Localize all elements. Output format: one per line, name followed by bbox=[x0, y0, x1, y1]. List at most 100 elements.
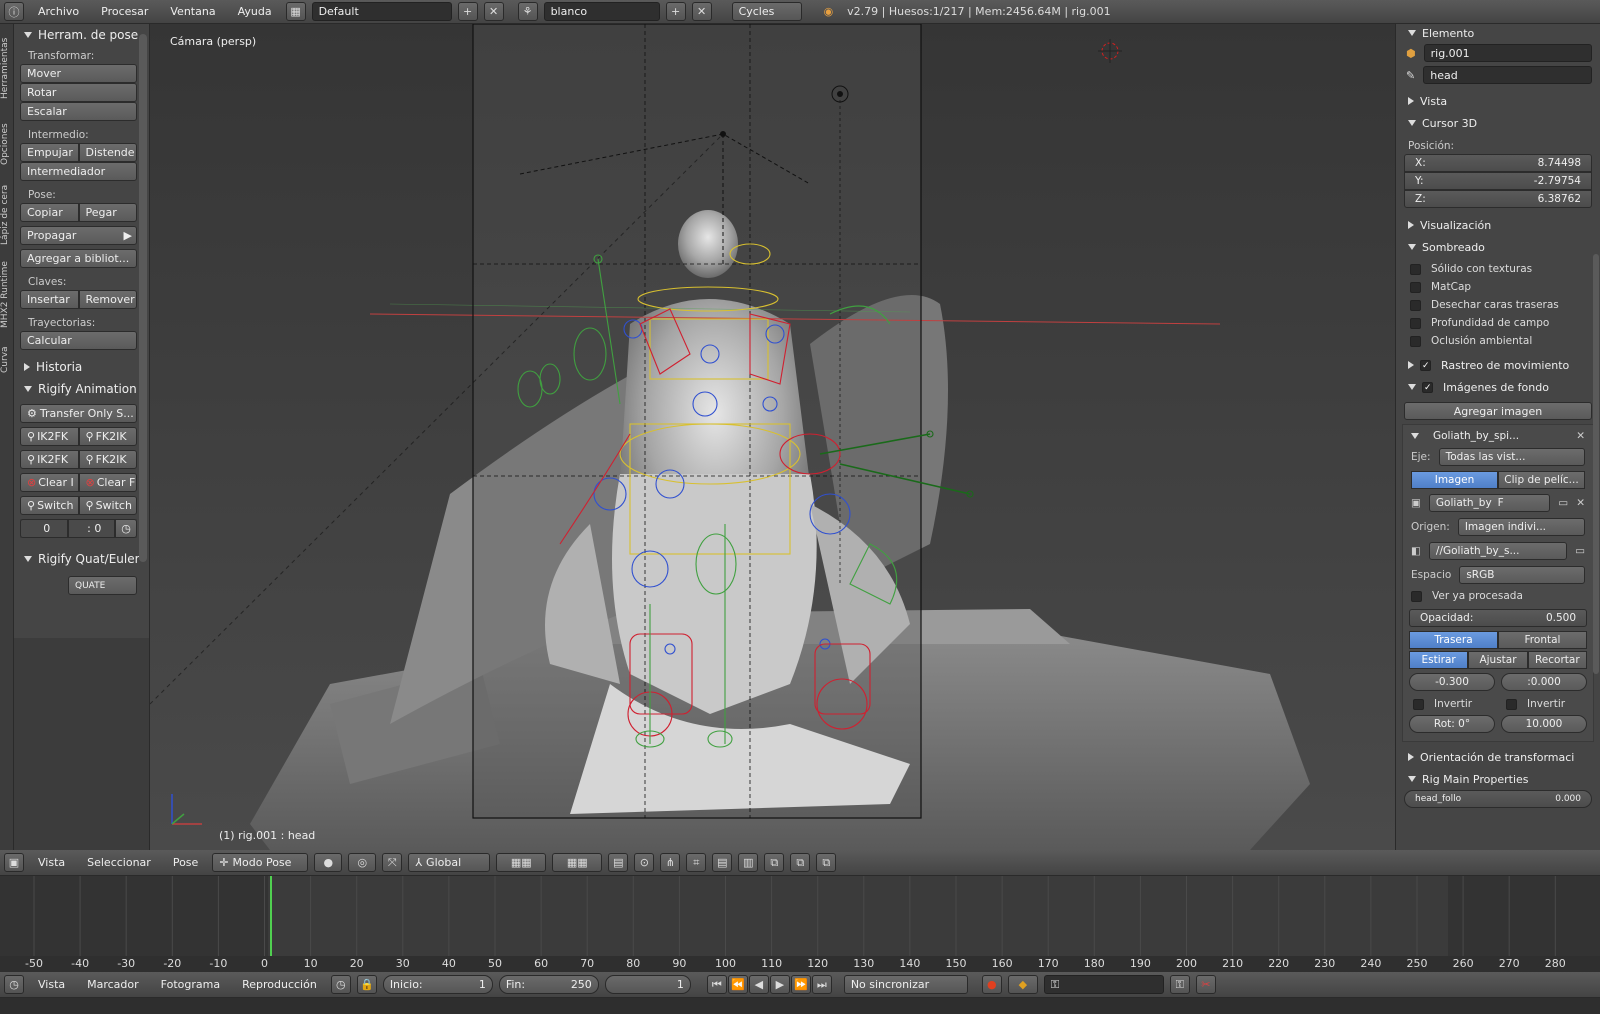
scene-field[interactable]: blanco bbox=[543, 2, 660, 21]
insert-key-button[interactable]: Insertar bbox=[20, 290, 79, 309]
rigify-animation-panel[interactable]: Rigify Animation bbox=[14, 378, 149, 400]
open-folder-icon[interactable]: ▭ bbox=[1558, 497, 1568, 509]
ik2fk-button-2[interactable]: ⚲ IK2FK bbox=[20, 450, 79, 469]
display-panel[interactable]: Visualización bbox=[1396, 214, 1600, 236]
motion-tracking-panel[interactable]: Rastreo de movimiento bbox=[1396, 354, 1600, 376]
menu-tl-view[interactable]: Vista bbox=[30, 976, 73, 993]
camera-render-icon[interactable]: ▥ bbox=[738, 853, 759, 872]
tab-mhx2[interactable]: MHX2 Runtime bbox=[0, 258, 14, 332]
textured-solid-checkbox[interactable]: Sólido con texturas bbox=[1396, 260, 1600, 278]
rotation-field[interactable]: Rot: 0° bbox=[1409, 715, 1495, 733]
render-engine-select[interactable]: Cycles bbox=[731, 2, 802, 21]
info-editor-icon[interactable]: ⓘ bbox=[4, 2, 24, 21]
background-images-panel[interactable]: Imágenes de fondo bbox=[1396, 376, 1600, 398]
colorspace-select[interactable]: sRGB bbox=[1459, 566, 1585, 584]
remove-key-button[interactable]: Remover bbox=[78, 290, 137, 309]
timeline-area[interactable]: -50 -40 -30 -20 -10 0 10 20 30 40 50 60 70 80 90 100 110… bbox=[0, 876, 1600, 972]
menu-pose[interactable]: Pose bbox=[165, 854, 206, 871]
crop-button[interactable]: Recortar bbox=[1527, 651, 1587, 669]
dof-checkbox[interactable]: Profundidad de campo bbox=[1396, 314, 1600, 332]
menu-view[interactable]: Vista bbox=[30, 854, 73, 871]
copy-pose-icon[interactable]: ⧉ bbox=[764, 853, 785, 872]
motion-tracking-checkbox[interactable] bbox=[1420, 359, 1431, 371]
movie-clip-tab[interactable]: Clip de pelíc... bbox=[1498, 471, 1585, 489]
calculate-paths-button[interactable]: Calcular bbox=[20, 331, 137, 350]
relax-button[interactable]: Distende bbox=[78, 143, 137, 162]
layout-grid-icon[interactable]: ▦ bbox=[285, 2, 306, 21]
tab-options[interactable]: Opciones bbox=[0, 116, 14, 172]
scene-icon[interactable]: ⚘ bbox=[517, 2, 538, 21]
fk2ik-button-2[interactable]: ⚲ FK2IK bbox=[78, 450, 137, 469]
opacity-slider[interactable]: Opacidad: 0.500 bbox=[1409, 609, 1587, 627]
propagate-button[interactable]: Propagar ▶ bbox=[20, 226, 137, 245]
fit-button[interactable]: Ajustar bbox=[1468, 651, 1528, 669]
close-icon[interactable]: ✕ bbox=[1576, 430, 1585, 442]
next-keyframe-icon[interactable]: ⏩ bbox=[790, 975, 811, 994]
cursor-z-field[interactable]: Z: 6.38762 bbox=[1404, 190, 1592, 208]
tab-curve[interactable]: Curva bbox=[0, 340, 14, 380]
scale-button[interactable]: Escalar bbox=[20, 102, 137, 121]
tab-tools[interactable]: Herramientas bbox=[0, 28, 14, 108]
paste-pose-icon[interactable]: ⧉ bbox=[790, 853, 811, 872]
switch-button-1[interactable]: ⚲ Switch bbox=[20, 496, 79, 515]
menu-playback[interactable]: Reproducción bbox=[234, 976, 325, 993]
bone-layers-icon[interactable]: ▤ bbox=[608, 853, 629, 872]
shading-panel[interactable]: Sombreado bbox=[1396, 236, 1600, 258]
fk2ik-button-1[interactable]: ⚲ FK2IK bbox=[78, 427, 137, 446]
image-browse-icon[interactable]: ▣ bbox=[1411, 497, 1421, 509]
copy-pose-button[interactable]: Copiar bbox=[20, 203, 79, 222]
prev-keyframe-icon[interactable]: ⏪ bbox=[727, 975, 748, 994]
pivot-icon[interactable]: ◎ bbox=[348, 853, 377, 872]
mode-select[interactable]: ✛ Modo Pose bbox=[212, 853, 309, 872]
stretch-button[interactable]: Estirar bbox=[1409, 651, 1469, 669]
origin-select[interactable]: Imagen indivi... bbox=[1457, 518, 1585, 536]
history-panel[interactable]: Historia bbox=[14, 356, 149, 378]
breakdowner-button[interactable]: Intermediador bbox=[20, 162, 137, 181]
front-button[interactable]: Frontal bbox=[1498, 631, 1587, 649]
menu-marker[interactable]: Marcador bbox=[79, 976, 147, 993]
delete-keyframe-icon[interactable]: ✂ bbox=[1195, 975, 1216, 994]
transform-orientation-panel[interactable]: Orientación de transformaci bbox=[1396, 746, 1600, 768]
invert-x-checkbox[interactable]: Invertir bbox=[1403, 695, 1500, 713]
jump-end-icon[interactable]: ⏭ bbox=[811, 975, 832, 994]
background-images-checkbox[interactable] bbox=[1422, 381, 1433, 393]
layers-grid-2-icon[interactable]: ▦▦ bbox=[552, 853, 603, 872]
offset-y-field[interactable]: :0.000 bbox=[1501, 673, 1587, 691]
clear-fk-button[interactable]: ⊗ Clear F bbox=[78, 473, 137, 492]
proportional-icon[interactable]: ⊙ bbox=[634, 853, 655, 872]
3d-viewport[interactable]: Cámara (persp) (1) rig.001 : head bbox=[150, 24, 1395, 850]
lock-icon[interactable]: 🔒 bbox=[356, 975, 377, 994]
offset-x-field[interactable]: -0.300 bbox=[1409, 673, 1495, 691]
transfer-only-button[interactable]: ⚙ Transfer Only S... bbox=[20, 404, 137, 423]
current-frame-field[interactable]: 1 bbox=[604, 975, 691, 994]
preview-range-icon[interactable]: ◷ bbox=[330, 975, 351, 994]
rigify-quat-panel[interactable]: Rigify Quat/Euler bbox=[14, 548, 149, 570]
view-processed-checkbox[interactable]: Ver ya procesada bbox=[1403, 587, 1593, 605]
move-button[interactable]: Mover bbox=[20, 64, 137, 83]
play-icon[interactable]: ▶ bbox=[769, 975, 790, 994]
frame-end-field[interactable]: : 0 bbox=[67, 519, 115, 538]
sync-select[interactable]: No sincronizar bbox=[843, 975, 968, 994]
add-layout-icon[interactable]: + bbox=[457, 2, 478, 21]
switch-button-2[interactable]: ⚲ Switch bbox=[78, 496, 137, 515]
remove-scene-icon[interactable]: ✕ bbox=[691, 2, 712, 21]
image-name-field[interactable]: Goliath_by F bbox=[1428, 494, 1551, 512]
menu-select[interactable]: Seleccionar bbox=[79, 854, 159, 871]
orientation-select[interactable]: ⅄ Global bbox=[408, 853, 491, 872]
end-frame-field[interactable]: Fin: 250 bbox=[498, 975, 599, 994]
timeline-editor-icon[interactable]: ◷ bbox=[4, 975, 24, 994]
matcap-checkbox[interactable]: MatCap bbox=[1396, 278, 1600, 296]
add-image-button[interactable]: Agregar imagen bbox=[1404, 402, 1592, 420]
filepath-field[interactable]: //Goliath_by_s... bbox=[1428, 542, 1568, 560]
add-to-library-button[interactable]: Agregar a bibliot... bbox=[20, 249, 137, 268]
paste-pose-button[interactable]: Pegar bbox=[78, 203, 137, 222]
tab-grease-pencil[interactable]: Lápiz de cera bbox=[0, 178, 14, 252]
render-icon[interactable]: ▤ bbox=[712, 853, 733, 872]
play-reverse-icon[interactable]: ◀ bbox=[748, 975, 769, 994]
head-follow-slider[interactable]: head_follo 0.000 bbox=[1404, 790, 1592, 808]
view-panel[interactable]: Vista bbox=[1396, 90, 1600, 112]
shelf-scrollbar[interactable] bbox=[139, 34, 147, 562]
axis-select[interactable]: Todas las vist... bbox=[1438, 448, 1585, 466]
layers-grid-icon[interactable]: ▦▦ bbox=[496, 853, 547, 872]
keying-icon[interactable]: ◆ bbox=[1007, 975, 1038, 994]
